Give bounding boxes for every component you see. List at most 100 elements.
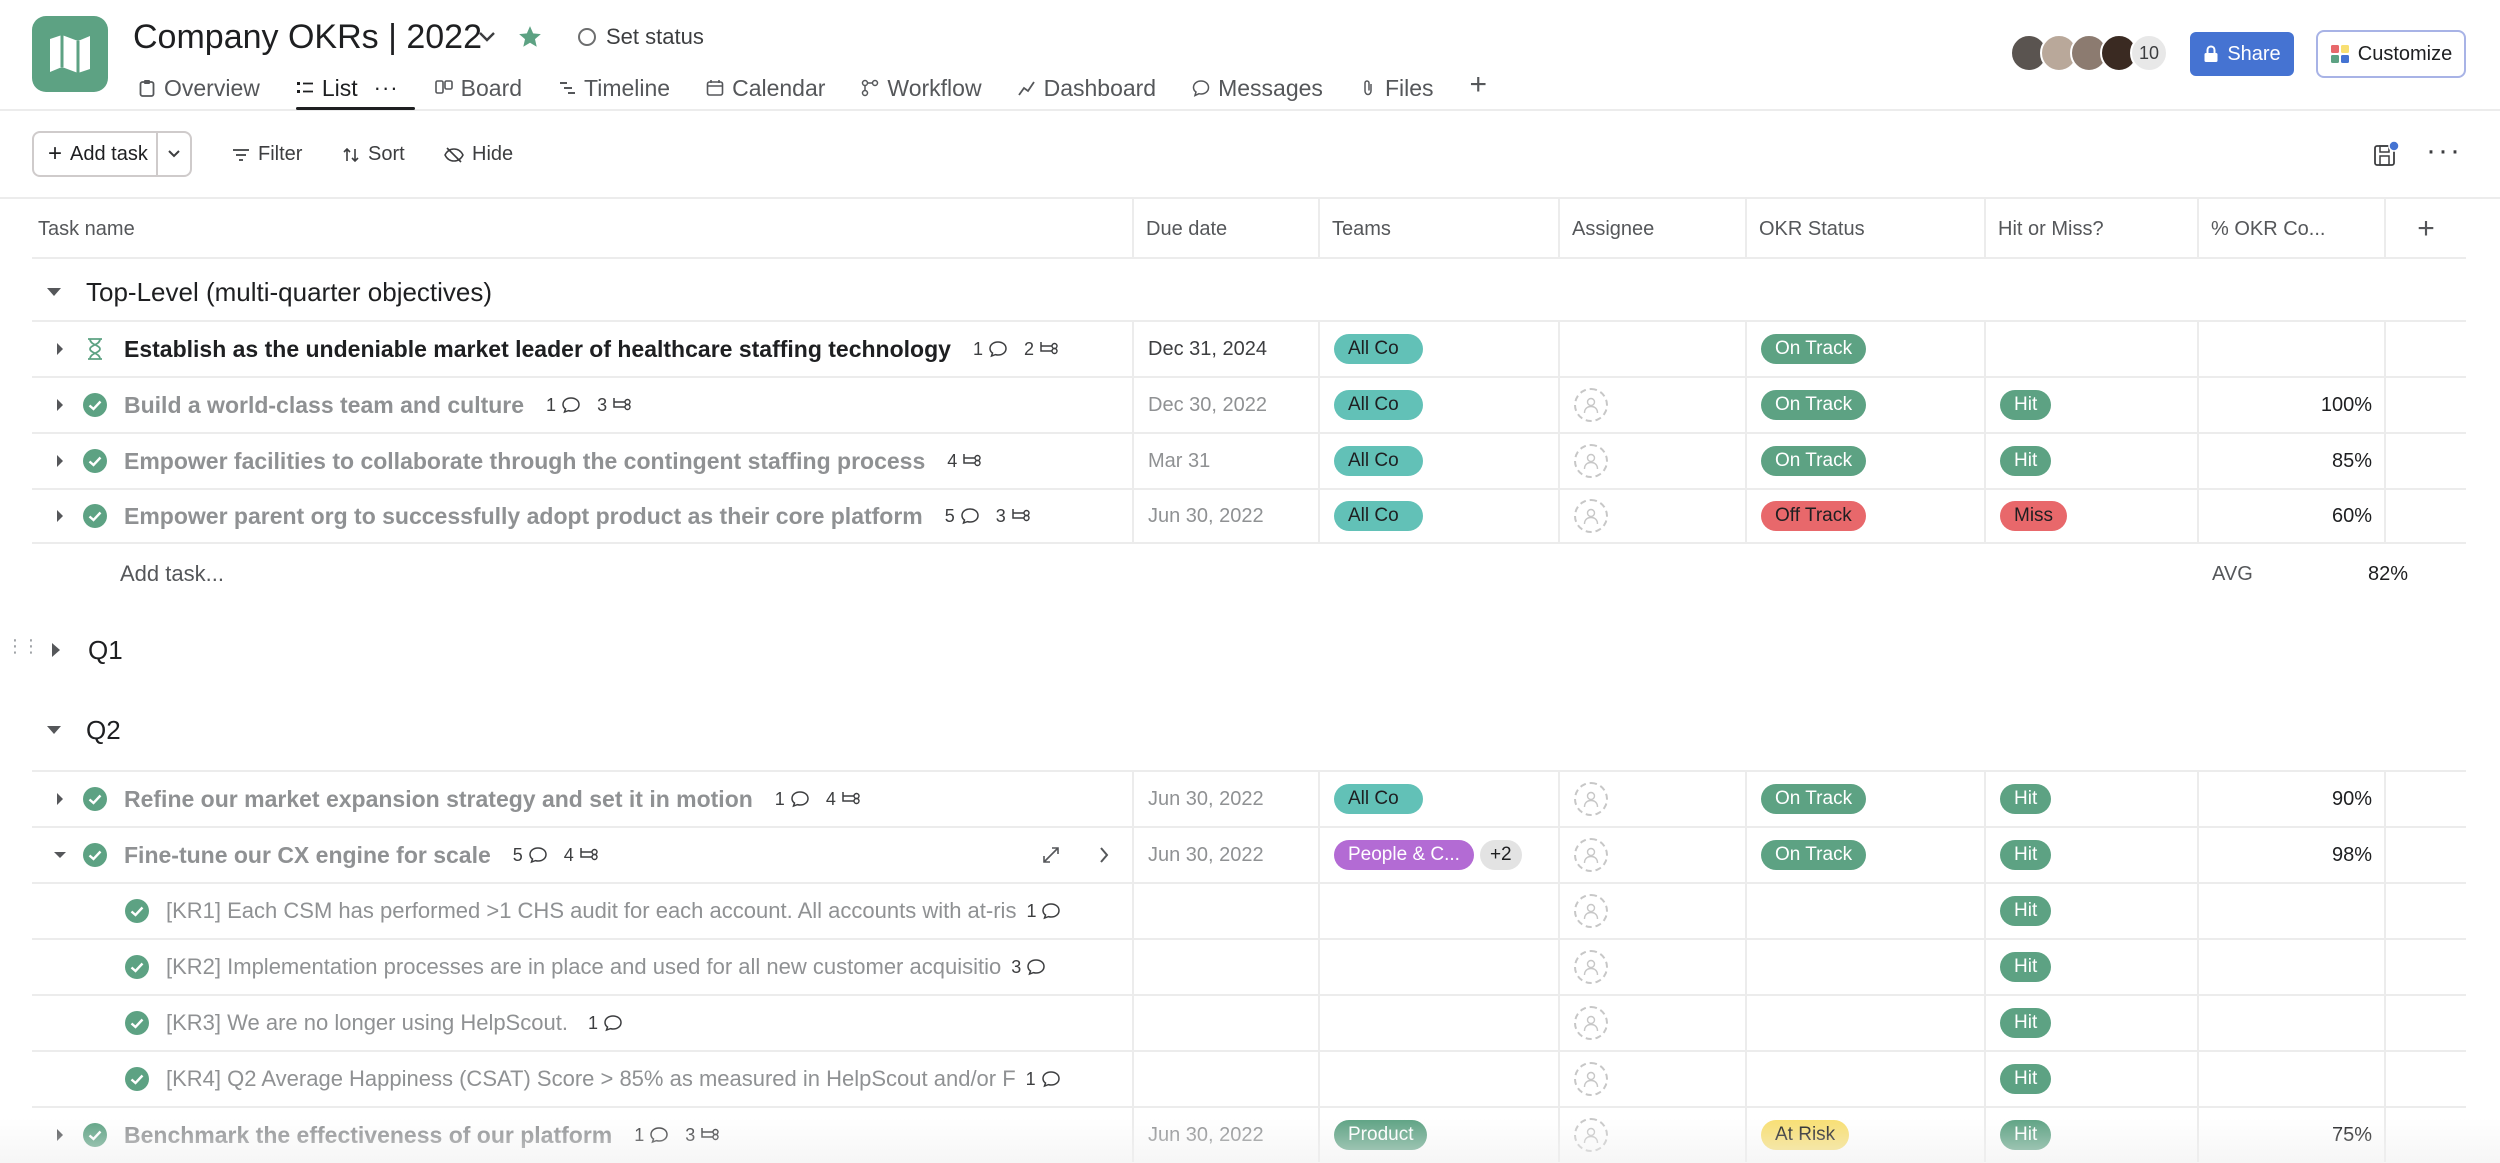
check-circle-icon[interactable] [124,1066,150,1092]
assignee-placeholder-icon[interactable] [1574,950,1608,984]
check-circle-icon[interactable] [82,786,108,812]
task-name[interactable]: Establish as the undeniable market leade… [124,336,951,363]
tab-list[interactable]: List ··· [295,70,415,110]
due-date[interactable]: Jun 30, 2022 [1134,490,1320,542]
caret-right-icon[interactable] [46,508,74,524]
task-row[interactable]: Refine our market expansion strategy and… [32,770,2466,826]
add-task-inline[interactable]: Add task... [120,561,224,587]
okr-status-pill[interactable]: On Track [1761,446,1867,476]
subtask-row[interactable]: [KR1] Each CSM has performed >1 CHS audi… [32,882,2466,938]
okr-completion[interactable]: 75% [2199,1108,2386,1162]
dependency-icon[interactable] [1040,844,1062,872]
column-okr-completion[interactable]: % OKR Co... [2199,199,2386,259]
okr-completion[interactable]: 60% [2199,490,2386,542]
assignee-placeholder-icon[interactable] [1574,1062,1608,1096]
check-circle-icon[interactable] [124,954,150,980]
teams-cell[interactable] [1320,884,1560,938]
column-teams[interactable]: Teams [1320,199,1560,259]
caret-right-icon[interactable] [46,640,66,660]
team-pill[interactable]: All Co [1334,501,1423,531]
hide-button[interactable]: Hide [444,143,513,166]
hit-or-miss-pill[interactable]: Hit [2000,896,2052,926]
assignee-placeholder-icon[interactable] [1574,499,1608,533]
assignee-placeholder-icon[interactable] [1574,1006,1608,1040]
assignee-cell[interactable] [1560,322,1747,376]
due-date[interactable]: Dec 31, 2024 [1134,322,1320,376]
assignee-placeholder-icon[interactable] [1574,388,1608,422]
caret-right-icon[interactable] [46,1127,74,1143]
set-status-button[interactable]: Set status [578,24,704,50]
section-top-level[interactable]: Top-Level (multi-quarter objectives) [32,262,2466,322]
task-row[interactable]: Benchmark the effectiveness of our platf… [32,1106,2466,1162]
map-icon[interactable] [32,16,108,92]
tab-files[interactable]: Files [1359,70,1450,106]
task-name[interactable]: Refine our market expansion strategy and… [124,786,753,813]
assignee-placeholder-icon[interactable] [1574,444,1608,478]
due-date[interactable]: Jun 30, 2022 [1134,828,1320,882]
check-circle-icon[interactable] [82,448,108,474]
team-pill[interactable]: All Co [1334,334,1423,364]
column-due-date[interactable]: Due date [1134,199,1320,259]
task-row[interactable]: Fine-tune our CX engine for scale 5 4 Ju… [32,826,2466,882]
column-task-name[interactable]: Task name [32,199,1134,259]
chevron-down-icon[interactable] [472,22,502,52]
tab-messages[interactable]: Messages [1192,70,1339,106]
tab-dashboard[interactable]: Dashboard [1017,70,1173,106]
task-name[interactable]: Build a world-class team and culture [124,392,524,419]
okr-completion[interactable] [2199,322,2386,376]
hit-or-miss-pill[interactable]: Hit [2000,784,2052,814]
customize-button[interactable]: Customize [2316,30,2466,78]
teams-cell[interactable] [1320,996,1560,1050]
assignee-placeholder-icon[interactable] [1574,838,1608,872]
caret-down-icon[interactable] [44,282,64,302]
task-name[interactable]: Benchmark the effectiveness of our platf… [124,1122,612,1149]
chevron-right-icon[interactable] [1098,845,1110,871]
due-date[interactable]: Jun 30, 2022 [1134,772,1320,826]
tab-board[interactable]: Board [434,70,538,106]
okr-completion[interactable]: 85% [2199,434,2386,488]
tab-calendar[interactable]: Calendar [706,70,841,106]
okr-status-pill[interactable]: On Track [1761,334,1867,364]
tab-overview[interactable]: Overview [138,70,276,106]
team-pill[interactable]: Product [1334,1120,1428,1150]
hit-or-miss-pill[interactable]: Hit [2000,1120,2052,1150]
okr-status-pill[interactable]: Off Track [1761,501,1866,531]
team-overflow-badge[interactable]: +2 [1479,840,1522,870]
due-date[interactable] [1134,940,1320,994]
caret-down-icon[interactable] [46,850,74,860]
section-q2[interactable]: Q2 [32,700,2466,760]
caret-down-icon[interactable] [44,720,64,740]
okr-status-pill[interactable]: On Track [1761,784,1867,814]
okr-status-cell[interactable] [1747,1052,1986,1106]
team-pill[interactable]: All Co [1334,784,1423,814]
okr-completion[interactable]: 98% [2199,828,2386,882]
assignee-placeholder-icon[interactable] [1574,782,1608,816]
column-hit-or-miss[interactable]: Hit or Miss? [1986,199,2199,259]
okr-completion[interactable]: 90% [2199,772,2386,826]
subtask-row[interactable]: [KR2] Implementation processes are in pl… [32,938,2466,994]
due-date[interactable] [1134,1052,1320,1106]
team-pill[interactable]: All Co [1334,390,1423,420]
subtask-name[interactable]: [KR1] Each CSM has performed >1 CHS audi… [166,898,1016,924]
hourglass-icon[interactable] [82,336,108,362]
teams-cell[interactable] [1320,940,1560,994]
check-circle-icon[interactable] [82,1122,108,1148]
save-layout-icon[interactable] [2372,140,2400,169]
add-tab-icon[interactable]: + [1470,70,1488,100]
task-row[interactable]: Empower parent org to successfully adopt… [32,488,2466,544]
hit-or-miss-pill[interactable]: Hit [2000,840,2052,870]
check-circle-icon[interactable] [82,392,108,418]
okr-completion[interactable] [2199,996,2386,1050]
subtask-name[interactable]: [KR2] Implementation processes are in pl… [166,954,1001,980]
column-okr-status[interactable]: OKR Status [1747,199,1986,259]
sort-button[interactable]: Sort [342,143,405,166]
chevron-down-icon[interactable] [158,149,190,159]
task-row[interactable]: Build a world-class team and culture 1 3… [32,376,2466,432]
okr-completion[interactable] [2199,940,2386,994]
assignee-placeholder-icon[interactable] [1574,1118,1608,1152]
due-date[interactable]: Dec 30, 2022 [1134,378,1320,432]
due-date[interactable] [1134,996,1320,1050]
task-row[interactable]: Empower facilities to collaborate throug… [32,432,2466,488]
okr-status-pill[interactable]: On Track [1761,840,1867,870]
subtask-row[interactable]: [KR4] Q2 Average Happiness (CSAT) Score … [32,1050,2466,1106]
